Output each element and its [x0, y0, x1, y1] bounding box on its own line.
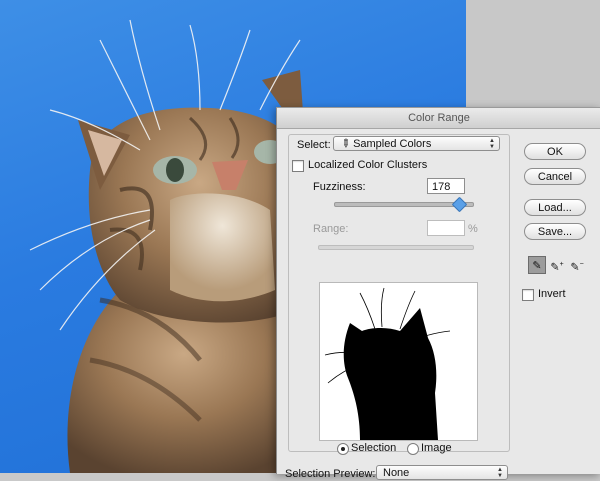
eyedropper-minus-icon[interactable]: ✎− — [568, 256, 586, 274]
chevron-updown-icon: ▲ ▼ — [489, 138, 495, 150]
save-button[interactable]: Save... — [524, 223, 586, 240]
range-slider-track — [318, 245, 474, 250]
eyedropper-icon[interactable]: ✎ — [528, 256, 546, 274]
load-button[interactable]: Load... — [524, 199, 586, 216]
localized-clusters-label: Localized Color Clusters — [308, 159, 428, 171]
range-input[interactable] — [427, 220, 465, 236]
select-label: Select: — [297, 139, 331, 151]
color-range-dialog: Color Range Select: ✎ Sampled Colors ▲ ▼ … — [276, 107, 600, 480]
cat-silhouette — [324, 287, 451, 440]
image-radio[interactable] — [407, 443, 419, 455]
selection-radio-label: Selection — [351, 442, 397, 454]
selection-preview-thumbnail[interactable] — [319, 282, 478, 441]
ok-button[interactable]: OK — [524, 143, 586, 160]
selection-preview-value: None — [383, 467, 410, 479]
localized-clusters-checkbox[interactable] — [292, 160, 304, 172]
range-unit: % — [468, 223, 478, 235]
fuzziness-label: Fuzziness: — [313, 181, 366, 193]
chevron-updown-icon: ▲ ▼ — [497, 467, 503, 479]
image-radio-label: Image — [421, 442, 452, 454]
eyedropper-icon: ✎ — [337, 136, 353, 152]
dialog-title: Color Range — [408, 112, 470, 124]
selection-radio[interactable] — [337, 443, 349, 455]
dialog-content: Select: ✎ Sampled Colors ▲ ▼ Localized Co… — [277, 129, 600, 480]
fuzziness-input[interactable]: 178 — [427, 178, 465, 194]
dialog-title-bar[interactable]: Color Range — [277, 108, 600, 129]
range-label: Range: — [313, 223, 349, 235]
eyedropper-plus-icon[interactable]: ✎+ — [548, 256, 566, 274]
invert-checkbox[interactable] — [522, 289, 534, 301]
selection-preview-label: Selection Preview: — [285, 468, 376, 480]
select-dropdown[interactable]: ✎ Sampled Colors ▲ ▼ — [333, 136, 500, 151]
select-dropdown-value: Sampled Colors — [353, 138, 432, 150]
cancel-button[interactable]: Cancel — [524, 168, 586, 185]
invert-label: Invert — [538, 288, 566, 300]
